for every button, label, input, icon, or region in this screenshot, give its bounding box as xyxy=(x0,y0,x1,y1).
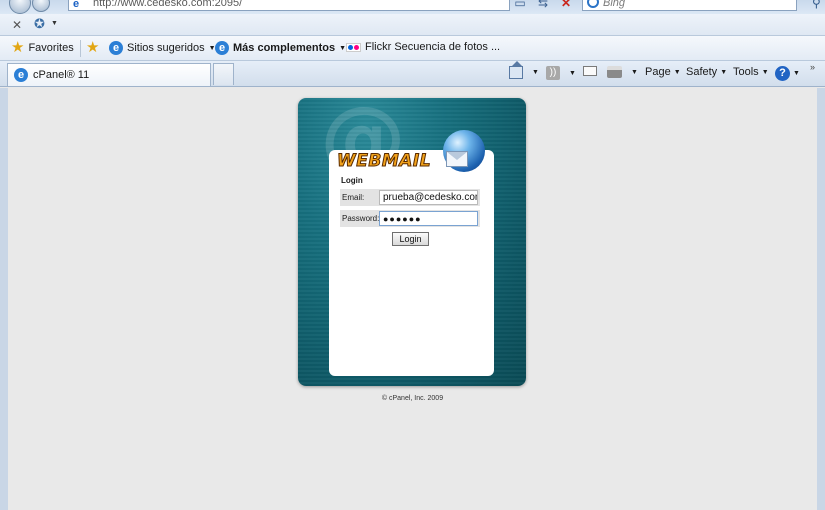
search-box[interactable]: Bing xyxy=(582,0,797,11)
flickr-icon xyxy=(346,42,361,52)
forward-button[interactable] xyxy=(32,0,50,12)
window-frame-left xyxy=(0,88,8,510)
print-button[interactable]: ▼ xyxy=(607,66,638,78)
command-row: ✕ ✪ ▼ xyxy=(0,14,825,36)
fav-item-label: Sitios sugeridos xyxy=(127,42,205,54)
fav-item-label: Más complementos xyxy=(233,42,336,54)
tools-menu-label: Tools xyxy=(733,66,759,78)
more-tools-icon[interactable]: » xyxy=(810,62,815,72)
window-frame-right xyxy=(817,88,825,510)
ie-icon: e xyxy=(215,41,229,55)
new-tab-button[interactable] xyxy=(213,63,234,85)
login-button[interactable]: Login xyxy=(392,232,429,246)
home-icon xyxy=(509,61,523,79)
print-icon xyxy=(607,66,622,78)
address-field[interactable]: e http://www.cedesko.com:2095/ xyxy=(68,0,510,11)
page-menu[interactable]: Page ▼ xyxy=(645,66,681,78)
mail-icon xyxy=(583,66,597,76)
tab-row: e cPanel® 11 ▼ )) ▼ ▼ Page ▼ Safety ▼ To… xyxy=(0,61,825,87)
password-row: Password: xyxy=(340,210,480,227)
help-button[interactable]: ? ▼ xyxy=(775,66,800,81)
read-mail-button[interactable] xyxy=(583,66,597,76)
star-icon: ★ xyxy=(11,39,25,56)
password-label: Password: xyxy=(342,214,380,223)
fav-item-mas-complementos[interactable]: e Más complementos ▼ xyxy=(215,41,346,55)
feeds-button[interactable]: )) ▼ xyxy=(546,66,576,80)
address-bar-row: e http://www.cedesko.com:2095/ ▭ ⇆ ✕ Bin… xyxy=(0,0,825,14)
safety-menu[interactable]: Safety ▼ xyxy=(686,66,727,78)
back-button[interactable] xyxy=(9,0,31,14)
chevron-down-icon: ▼ xyxy=(532,69,539,76)
chevron-down-icon: ▼ xyxy=(339,44,347,52)
favorites-button[interactable]: ★ Favorites xyxy=(11,39,74,56)
email-field[interactable] xyxy=(379,190,478,205)
search-placeholder: Bing xyxy=(603,0,626,9)
favorites-bar: ★ Favorites ★ e Sitios sugeridos ▼ e Más… xyxy=(0,36,825,61)
email-label: Email: xyxy=(342,193,365,202)
fav-item-sitios-sugeridos[interactable]: e Sitios sugeridos ▼ xyxy=(109,41,216,55)
tools-menu[interactable]: Tools ▼ xyxy=(733,66,769,78)
stop-icon[interactable]: ✕ xyxy=(558,0,574,10)
tab-title: cPanel® 11 xyxy=(33,69,90,81)
chevron-down-icon[interactable]: ▼ xyxy=(51,20,58,27)
refresh-icon[interactable]: ⇆ xyxy=(535,0,551,10)
webmail-logo: WEBMAIL xyxy=(336,151,432,172)
add-favorites-button[interactable]: ★ xyxy=(86,39,100,56)
address-url: http://www.cedesko.com:2095/ xyxy=(93,0,243,9)
ie-icon: e xyxy=(109,41,123,55)
chevron-down-icon: ▼ xyxy=(720,68,728,76)
envelope-icon xyxy=(446,151,468,167)
compatibility-icon[interactable]: ▭ xyxy=(512,0,528,10)
page-menu-label: Page xyxy=(645,66,671,78)
tab-cpanel[interactable]: e cPanel® 11 xyxy=(7,63,211,86)
chevron-down-icon: ▼ xyxy=(673,68,681,76)
close-toolbar-icon[interactable]: ✕ xyxy=(12,18,22,32)
login-heading: Login xyxy=(341,176,363,185)
chevron-down-icon: ▼ xyxy=(569,69,576,77)
copyright-text: © cPanel, Inc. 2009 xyxy=(381,395,444,402)
safety-menu-label: Safety xyxy=(686,66,718,78)
email-row: Email: xyxy=(340,189,480,206)
chevron-down-icon: ▼ xyxy=(793,70,800,77)
divider xyxy=(80,40,81,57)
translate-icon[interactable]: ✪ xyxy=(34,16,45,32)
chevron-down-icon: ▼ xyxy=(761,68,769,76)
fav-item-flickr[interactable]: Flickr Secuencia de fotos ... xyxy=(346,41,500,53)
rss-icon: )) xyxy=(546,66,560,80)
help-icon: ? xyxy=(775,66,790,81)
ie-page-icon: e xyxy=(73,0,80,10)
password-field[interactable] xyxy=(379,211,478,226)
home-button[interactable]: ▼ xyxy=(509,61,539,79)
ie-tab-icon: e xyxy=(14,68,28,82)
fav-item-label: Flickr Secuencia de fotos ... xyxy=(365,41,501,53)
bing-icon xyxy=(587,0,599,8)
favorites-label: Favorites xyxy=(28,42,74,54)
add-favorite-icon: ★ xyxy=(86,39,100,56)
search-icon[interactable]: ⚲ xyxy=(812,0,821,10)
chevron-down-icon: ▼ xyxy=(631,68,638,76)
